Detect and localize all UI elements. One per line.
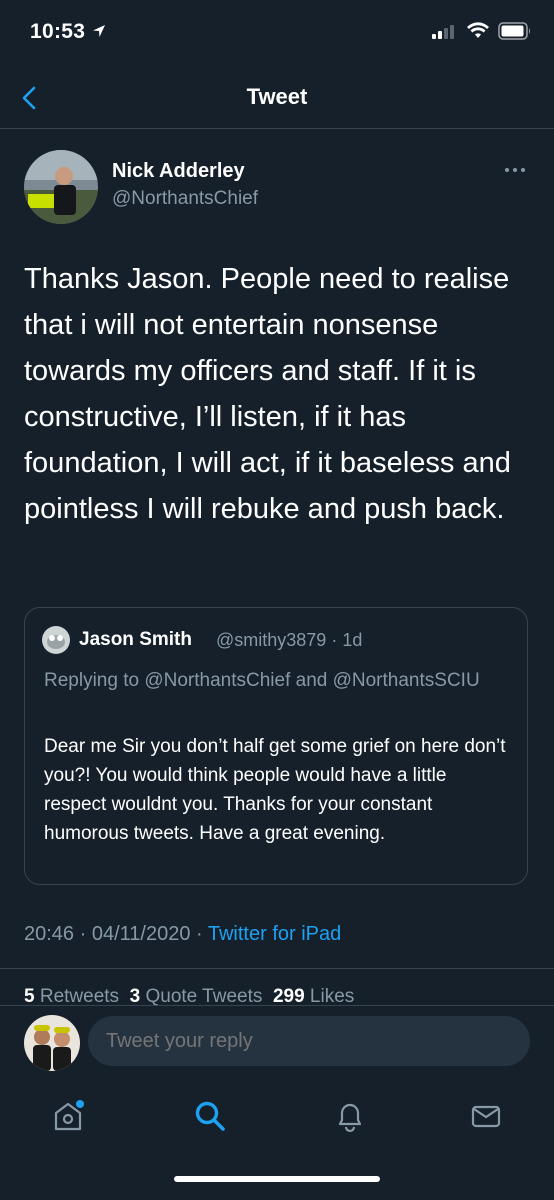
likes-label[interactable]: Likes bbox=[310, 986, 354, 1006]
quote-author-handle: @smithy3879 · 1d bbox=[216, 630, 363, 650]
quote-text: Dear me Sir you don’t half get some grie… bbox=[44, 736, 506, 844]
location-arrow-icon bbox=[93, 25, 106, 37]
quote-author-avatar bbox=[42, 626, 70, 654]
notifications-icon bbox=[338, 1103, 362, 1133]
page-title: Tweet bbox=[246, 84, 308, 109]
author-avatar[interactable] bbox=[24, 150, 98, 224]
signal-icon bbox=[432, 25, 454, 39]
author-name[interactable]: Nick Adderley bbox=[112, 160, 245, 183]
status-time: 10:53 bbox=[30, 20, 107, 44]
reply-input[interactable] bbox=[88, 1016, 530, 1066]
retweets-label[interactable]: Retweets bbox=[40, 986, 119, 1006]
tweet-source-link[interactable]: Twitter for iPad bbox=[208, 923, 341, 945]
tab-home[interactable] bbox=[48, 1096, 88, 1136]
messages-icon bbox=[471, 1105, 501, 1128]
reply-bar-divider bbox=[0, 1005, 554, 1006]
status-icons bbox=[432, 22, 532, 40]
likes-count[interactable]: 299 bbox=[273, 986, 305, 1006]
retweets-count[interactable]: 5 bbox=[24, 986, 35, 1006]
more-icon[interactable] bbox=[504, 166, 526, 174]
quote-replying-to: Replying to @NorthantsChief and @Northan… bbox=[44, 670, 480, 691]
quotes-label[interactable]: Quote Tweets bbox=[145, 986, 262, 1006]
my-avatar[interactable] bbox=[24, 1015, 80, 1071]
quotes-count[interactable]: 3 bbox=[130, 986, 141, 1006]
search-icon bbox=[195, 1101, 225, 1131]
battery-icon bbox=[498, 22, 530, 40]
home-icon bbox=[54, 1100, 84, 1131]
tab-search[interactable] bbox=[190, 1096, 230, 1136]
quote-author-name: Jason Smith bbox=[79, 629, 192, 650]
tab-messages[interactable] bbox=[466, 1096, 506, 1136]
home-indicator bbox=[174, 1176, 380, 1182]
tweet-timestamp: 20:46 · 04/11/2020 · bbox=[24, 923, 208, 945]
header-divider bbox=[0, 128, 554, 129]
wifi-icon bbox=[467, 22, 489, 38]
tweet-meta: 20:46 · 04/11/2020 · Twitter for iPad bbox=[24, 923, 341, 946]
tweet-stats: 5 Retweets 3 Quote Tweets 299 Likes bbox=[24, 986, 354, 1006]
meta-divider bbox=[0, 968, 554, 969]
tab-notifications[interactable] bbox=[330, 1096, 370, 1136]
tweet-text: Thanks Jason. People need to realise tha… bbox=[24, 263, 511, 525]
author-handle[interactable]: @NorthantsChief bbox=[112, 188, 258, 210]
